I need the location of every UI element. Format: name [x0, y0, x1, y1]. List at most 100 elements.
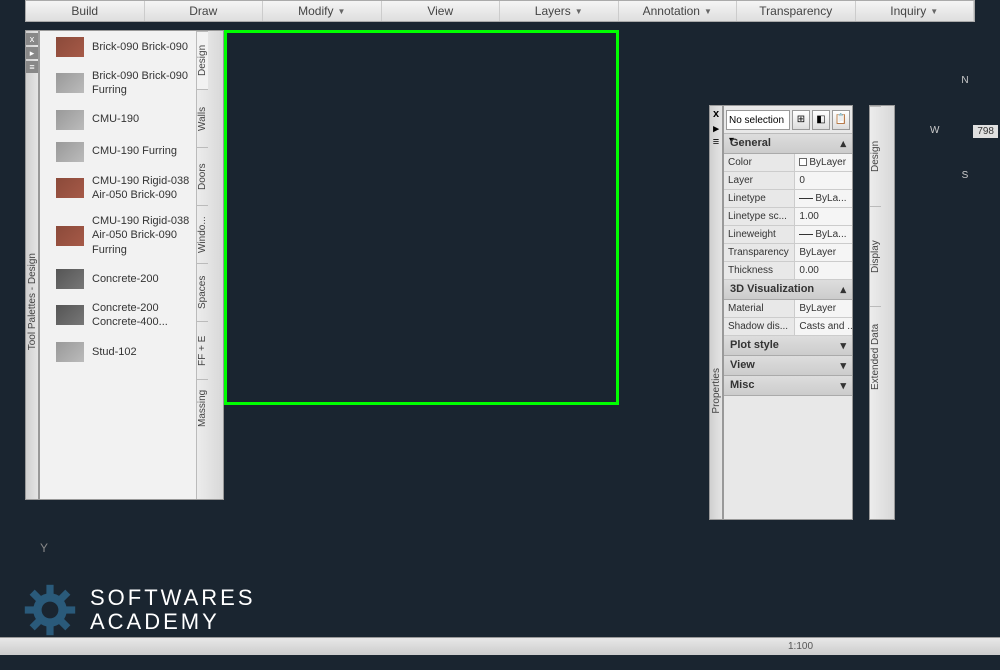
property-key: Linetype sc...: [724, 208, 794, 225]
property-row: Linetype sc...1.00: [724, 208, 852, 226]
palette-item[interactable]: CMU-190 Rigid-038 Air-050 Brick-090 Furr…: [52, 208, 196, 263]
palette-item-label: Brick-090 Brick-090 Furring: [92, 69, 192, 98]
material-swatch: [56, 269, 84, 289]
property-row: TransparencyByLayer: [724, 244, 852, 262]
material-swatch: [56, 178, 84, 198]
props-tab-extended-data[interactable]: Extended Data: [870, 306, 881, 406]
property-value[interactable]: 0: [794, 172, 852, 189]
palette-item-label: CMU-190 Rigid-038 Air-050 Brick-090 Furr…: [92, 214, 192, 257]
properties-main: No selection ▾ ⊞ ◧ 📋 General▴ ColorByLay…: [723, 105, 853, 520]
property-value[interactable]: ByLayer: [794, 300, 852, 317]
palette-tab-windo[interactable]: Windo...: [197, 205, 208, 263]
palette-item-label: CMU-190 Rigid-038 Air-050 Brick-090: [92, 174, 192, 203]
compass-north[interactable]: N: [961, 75, 968, 86]
quick-select-button[interactable]: ⊞: [792, 110, 810, 130]
props-tab-design[interactable]: Design: [870, 106, 881, 206]
properties-panel: x ▸ ≡ Properties No selection ▾ ⊞ ◧ 📋 Ge…: [723, 105, 895, 520]
palette-item-label: Stud-102: [92, 345, 137, 359]
palette-item[interactable]: Concrete-200: [52, 263, 196, 295]
menu-icon[interactable]: ≡: [26, 61, 38, 73]
material-swatch: [56, 226, 84, 246]
property-value[interactable]: Casts and ...: [794, 318, 852, 335]
property-key: Transparency: [724, 244, 794, 261]
palette-tab-massing[interactable]: Massing: [197, 379, 208, 437]
pin-icon[interactable]: ▸: [26, 47, 38, 59]
ribbon-build[interactable]: Build: [26, 1, 145, 21]
palette-tab-doors[interactable]: Doors: [197, 147, 208, 205]
property-key: Lineweight: [724, 226, 794, 243]
property-key: Shadow dis...: [724, 318, 794, 335]
scale-readout[interactable]: 1:100: [780, 641, 821, 652]
properties-dock-strip: x ▸ ≡ Properties: [709, 105, 723, 520]
menu-icon[interactable]: ≡: [710, 136, 722, 148]
property-value[interactable]: ByLayer: [794, 154, 852, 171]
property-key: Thickness: [724, 262, 794, 279]
ribbon-layers[interactable]: Layers▼: [500, 1, 619, 21]
palette-tab-spaces[interactable]: Spaces: [197, 263, 208, 321]
selection-dropdown[interactable]: No selection ▾: [726, 110, 790, 130]
navigation-compass[interactable]: N W S 798: [930, 55, 1000, 205]
close-icon[interactable]: x: [26, 33, 38, 45]
compass-west[interactable]: W: [930, 125, 939, 136]
palette-tab-ffe[interactable]: FF + E: [197, 321, 208, 379]
material-swatch: [56, 73, 84, 93]
property-key: Material: [724, 300, 794, 317]
toggle-pickadd-button[interactable]: 📋: [832, 110, 850, 130]
section-plot-style[interactable]: Plot style▾: [724, 336, 852, 356]
property-row: ColorByLayer: [724, 154, 852, 172]
palette-item[interactable]: Brick-090 Brick-090 Furring: [52, 63, 196, 104]
ribbon-view[interactable]: View: [382, 1, 501, 21]
watermark-text: SOFTWARES ACADEMY: [90, 586, 256, 634]
palette-item-label: Concrete-200: [92, 272, 159, 286]
palette-tab-walls[interactable]: Walls: [197, 89, 208, 147]
palette-item-label: Brick-090 Brick-090: [92, 40, 188, 54]
gear-icon: [20, 580, 80, 640]
section-misc[interactable]: Misc▾: [724, 376, 852, 396]
select-objects-button[interactable]: ◧: [812, 110, 830, 130]
palette-tab-strip: DesignWallsDoorsWindo...SpacesFF + EMass…: [196, 31, 223, 499]
property-row: Layer0: [724, 172, 852, 190]
property-value[interactable]: 1.00: [794, 208, 852, 225]
palette-tab-design[interactable]: Design: [197, 31, 208, 89]
ribbon-annotation[interactable]: Annotation▼: [619, 1, 738, 21]
property-row: LineweightByLa...: [724, 226, 852, 244]
top-ribbon: BuildDrawModify▼ViewLayers▼Annotation▼Tr…: [25, 0, 975, 22]
ribbon-inquiry[interactable]: Inquiry▼: [856, 1, 975, 21]
palette-item[interactable]: Stud-102: [52, 336, 196, 368]
close-icon[interactable]: x: [710, 108, 722, 120]
compass-east-badge[interactable]: 798: [973, 125, 998, 138]
material-swatch: [56, 110, 84, 130]
property-key: Color: [724, 154, 794, 171]
ribbon-draw[interactable]: Draw: [145, 1, 264, 21]
palette-item[interactable]: Concrete-200 Concrete-400...: [52, 295, 196, 336]
section-view[interactable]: View▾: [724, 356, 852, 376]
palette-item-label: CMU-190: [92, 112, 139, 126]
pin-icon[interactable]: ▸: [710, 122, 722, 134]
material-swatch: [56, 305, 84, 325]
property-value[interactable]: ByLayer: [794, 244, 852, 261]
material-swatch: [56, 342, 84, 362]
palette-dock-strip: x ▸ ≡ Tool Palettes - Design: [25, 30, 39, 500]
property-key: Linetype: [724, 190, 794, 207]
material-swatch: [56, 142, 84, 162]
property-key: Layer: [724, 172, 794, 189]
property-value[interactable]: 0.00: [794, 262, 852, 279]
properties-dock-title: Properties: [711, 368, 722, 414]
props-tab-display[interactable]: Display: [870, 206, 881, 306]
palette-item[interactable]: CMU-190: [52, 104, 196, 136]
palette-item[interactable]: CMU-190 Furring: [52, 136, 196, 168]
property-row: MaterialByLayer: [724, 300, 852, 318]
compass-south[interactable]: S: [962, 170, 969, 181]
palette-item[interactable]: CMU-190 Rigid-038 Air-050 Brick-090: [52, 168, 196, 209]
palette-item-label: CMU-190 Furring: [92, 144, 177, 158]
property-value[interactable]: ByLa...: [794, 190, 852, 207]
property-row: LinetypeByLa...: [724, 190, 852, 208]
section-3d-visualization[interactable]: 3D Visualization▴: [724, 280, 852, 300]
ribbon-modify[interactable]: Modify▼: [263, 1, 382, 21]
property-row: Shadow dis...Casts and ...: [724, 318, 852, 336]
ribbon-transparency[interactable]: Transparency: [737, 1, 856, 21]
section-general[interactable]: General▴: [724, 134, 852, 154]
palette-item[interactable]: Brick-090 Brick-090: [52, 31, 196, 63]
property-row: Thickness0.00: [724, 262, 852, 280]
property-value[interactable]: ByLa...: [794, 226, 852, 243]
